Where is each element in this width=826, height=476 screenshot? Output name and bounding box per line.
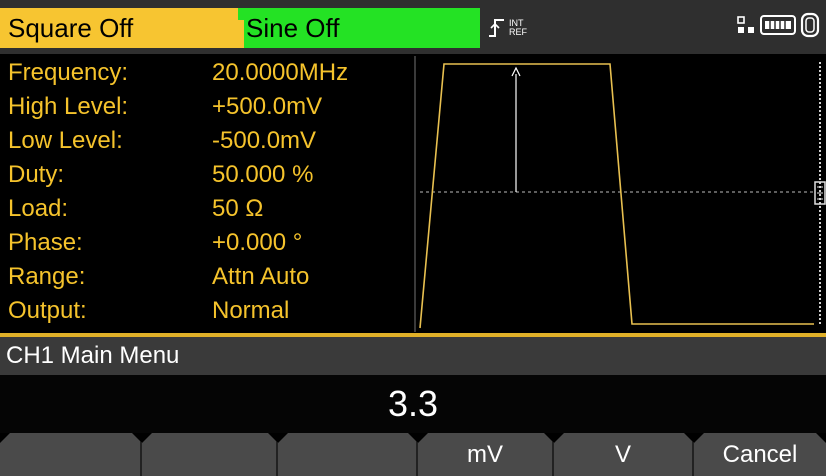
value-entry-area: 3.3 bbox=[0, 375, 826, 433]
entry-value[interactable]: 3.3 bbox=[0, 379, 826, 429]
square-waveform-trace bbox=[419, 63, 814, 329]
waveform-preview bbox=[414, 56, 826, 332]
lock-icon bbox=[800, 12, 820, 43]
param-label: Load: bbox=[8, 195, 69, 222]
param-label: Duty: bbox=[8, 161, 65, 188]
param-value: Normal bbox=[212, 297, 290, 324]
network-icon bbox=[736, 14, 756, 41]
softkey-bar: mV V Cancel bbox=[0, 433, 826, 476]
param-label: Frequency: bbox=[8, 59, 129, 86]
menu-title: CH1 Main Menu bbox=[0, 337, 826, 375]
trigger-edge-icon bbox=[488, 17, 506, 39]
system-status-icons bbox=[736, 12, 820, 42]
channel-tab-bar: Square Off Sine Off INT REF bbox=[0, 0, 826, 54]
param-label: Output: bbox=[8, 297, 87, 324]
parameter-panel: Frequency: 20.0000MHz High Level: +500.0… bbox=[2, 56, 412, 332]
softkey-mv[interactable]: mV bbox=[418, 433, 554, 476]
trigger-source-label: INT REF bbox=[509, 19, 527, 37]
param-label: High Level: bbox=[8, 93, 129, 120]
param-value: 50 Ω bbox=[212, 195, 264, 222]
param-label: Range: bbox=[8, 263, 86, 290]
softkey-cancel[interactable]: Cancel bbox=[694, 433, 826, 476]
softkey-v[interactable]: V bbox=[554, 433, 694, 476]
generator-screen: Square Off Sine Off INT REF Frequency: 2… bbox=[0, 0, 826, 476]
waveform-plot bbox=[419, 62, 826, 329]
trigger-ref-label: REF bbox=[509, 27, 527, 37]
softkey-1[interactable] bbox=[0, 433, 142, 476]
vertical-scale-ruler bbox=[814, 62, 826, 326]
param-value: 20.0000MHz bbox=[212, 59, 349, 86]
param-label: Phase: bbox=[8, 229, 83, 256]
trigger-indicator: INT REF bbox=[488, 14, 527, 42]
param-label: Low Level: bbox=[8, 127, 123, 154]
param-value: +0.000 ° bbox=[212, 229, 303, 256]
param-value: 50.000 % bbox=[212, 161, 314, 188]
param-value: -500.0mV bbox=[212, 127, 317, 154]
param-value: Attn Auto bbox=[212, 263, 310, 290]
tab-ch1[interactable]: Square Off bbox=[0, 8, 248, 48]
softkey-3[interactable] bbox=[278, 433, 418, 476]
tab-ch2[interactable]: Sine Off bbox=[238, 8, 480, 48]
usb-memory-icon bbox=[760, 13, 796, 42]
softkey-2[interactable] bbox=[142, 433, 278, 476]
param-value: +500.0mV bbox=[212, 93, 323, 120]
